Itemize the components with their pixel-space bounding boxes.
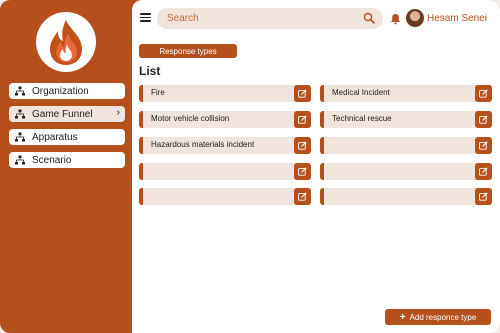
edit-button[interactable]	[475, 188, 492, 205]
list-item[interactable]	[139, 188, 311, 205]
chevron-right-icon: ›	[116, 107, 120, 118]
top-bar: Hesam Senei	[132, 0, 500, 38]
edit-button[interactable]	[475, 137, 492, 154]
sidebar-item-label: Scenario	[32, 154, 72, 166]
edit-icon	[298, 192, 307, 201]
list-item-label: Medical Incident	[332, 88, 390, 97]
sidebar-item-scenario[interactable]: Scenario	[9, 152, 125, 168]
sidebar-item-apparatus[interactable]: Apparatus	[9, 129, 125, 145]
menu-icon[interactable]	[140, 13, 151, 22]
list-item[interactable]	[139, 163, 311, 180]
user-name: Hesam Senei	[427, 12, 488, 24]
edit-icon	[479, 89, 488, 98]
edit-button[interactable]	[475, 163, 492, 180]
edit-icon	[479, 192, 488, 201]
edit-button[interactable]	[475, 85, 492, 102]
page-title: List	[139, 64, 161, 78]
list-item[interactable]: Technical rescue	[320, 111, 492, 128]
plus-icon: +	[399, 311, 406, 323]
add-response-type-label: Add responce type	[409, 312, 477, 322]
bell-icon[interactable]	[390, 12, 401, 30]
edit-icon	[479, 115, 488, 124]
list-item-label: Hazardous materials incident	[151, 140, 255, 149]
edit-icon	[298, 141, 307, 150]
sidebar-item-organization[interactable]: Organization	[9, 83, 125, 99]
main-panel: Hesam Senei Response types List Fire Mot…	[132, 0, 500, 333]
response-types-tab[interactable]: Response types	[139, 44, 237, 58]
list-item[interactable]: Medical Incident	[320, 85, 492, 102]
app-logo	[36, 12, 96, 72]
user-menu[interactable]: Hesam Senei	[406, 9, 487, 27]
hierarchy-icon	[15, 155, 25, 165]
sidebar-item-label: Apparatus	[32, 131, 78, 143]
sidebar-nav: Organization Game Funnel › Apparatus Sce…	[9, 83, 125, 175]
edit-button[interactable]	[294, 188, 311, 205]
sidebar-item-label: Organization	[32, 85, 89, 97]
hierarchy-icon	[15, 86, 25, 96]
edit-button[interactable]	[475, 111, 492, 128]
edit-icon	[298, 167, 307, 176]
avatar	[406, 9, 424, 27]
edit-button[interactable]	[294, 163, 311, 180]
edit-icon	[479, 141, 488, 150]
search-input[interactable]	[167, 13, 347, 24]
list-item-label: Technical rescue	[332, 114, 392, 123]
sidebar-item-game-funnel[interactable]: Game Funnel ›	[9, 106, 125, 122]
search-bar	[157, 8, 383, 29]
edit-button[interactable]	[294, 85, 311, 102]
list-item[interactable]	[320, 137, 492, 154]
hierarchy-icon	[15, 132, 25, 142]
edit-button[interactable]	[294, 137, 311, 154]
sidebar-item-label: Game Funnel	[32, 108, 93, 120]
edit-icon	[298, 89, 307, 98]
list-item-label: Motor vehicle collision	[151, 114, 230, 123]
edit-button[interactable]	[294, 111, 311, 128]
list-item[interactable]	[320, 163, 492, 180]
app-window: Organization Game Funnel › Apparatus Sce…	[0, 0, 500, 333]
hierarchy-icon	[15, 109, 25, 119]
edit-icon	[298, 115, 307, 124]
list-item-label: Fire	[151, 88, 165, 97]
flame-icon	[50, 20, 82, 65]
list-item[interactable]: Hazardous materials incident	[139, 137, 311, 154]
list-item[interactable]	[320, 188, 492, 205]
add-response-type-button[interactable]: + Add responce type	[385, 309, 491, 325]
list-item[interactable]: Motor vehicle collision	[139, 111, 311, 128]
edit-icon	[479, 167, 488, 176]
search-icon[interactable]	[363, 12, 375, 27]
list-item[interactable]: Fire	[139, 85, 311, 102]
